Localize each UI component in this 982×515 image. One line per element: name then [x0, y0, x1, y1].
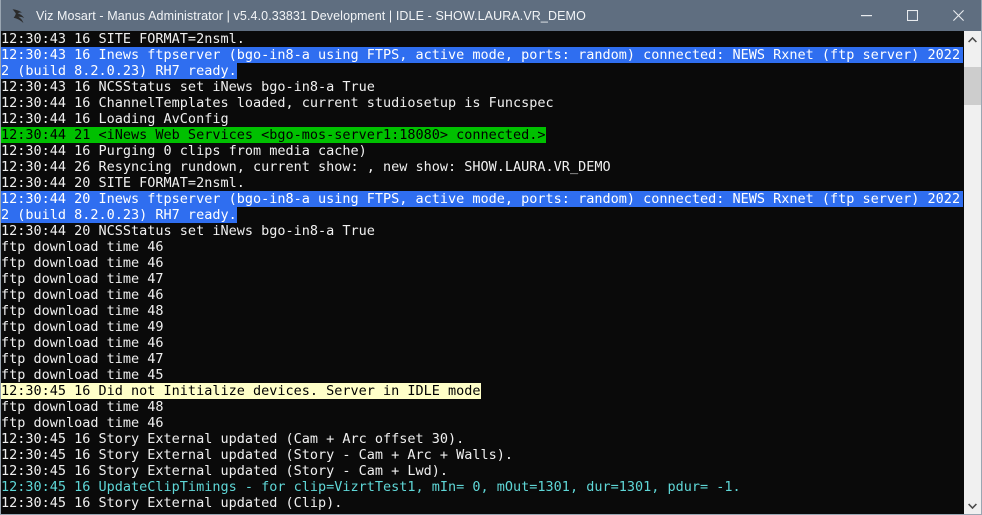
log-line: ftp download time 46 [1, 255, 963, 271]
maximize-button[interactable] [889, 0, 935, 31]
log-line: 12:30:44 20 Inews ftpserver (bgo-in8-a u… [1, 191, 963, 207]
log-line: 2 (build 8.2.0.23) RH7 ready. [1, 207, 963, 223]
log-line: ftp download time 45 [1, 367, 963, 383]
log-line: 12:30:45 16 Story External updated (Cam … [1, 431, 963, 447]
log-line-highlight: 12:30:45 16 Did not Initialize devices. … [1, 383, 481, 399]
scroll-down-button[interactable] [964, 497, 981, 514]
scrollbar-track[interactable] [964, 48, 981, 497]
log-line: 12:30:44 16 ChannelTemplates loaded, cur… [1, 95, 963, 111]
window-controls [843, 0, 981, 31]
log-line-highlight: 12:30:43 16 Inews ftpserver (bgo-in8-a u… [1, 47, 963, 63]
log-line: 12:30:44 16 Purging 0 clips from media c… [1, 143, 963, 159]
scrollbar-thumb[interactable] [964, 67, 981, 105]
maximize-icon [907, 10, 918, 21]
title-bar[interactable]: Viz Mosart - Manus Administrator | v5.4.… [1, 0, 981, 31]
application-window: Viz Mosart - Manus Administrator | v5.4.… [0, 0, 982, 515]
log-line: 12:30:43 16 Inews ftpserver (bgo-in8-a u… [1, 47, 963, 63]
log-line-highlight: 2 (build 8.2.0.23) RH7 ready. [1, 63, 237, 79]
minimize-button[interactable] [843, 0, 889, 31]
chevron-up-icon [968, 37, 977, 43]
log-line: 12:30:45 16 Story External updated (Clip… [1, 495, 963, 511]
log-line: 12:30:44 26 Resyncing rundown, current s… [1, 159, 963, 175]
log-output[interactable]: 12:30:43 16 SITE FORMAT=2nsml.12:30:43 1… [1, 31, 963, 514]
log-line-highlight: 12:30:44 20 Inews ftpserver (bgo-in8-a u… [1, 191, 963, 207]
log-line: ftp download time 47 [1, 351, 963, 367]
log-line: ftp download time 48 [1, 399, 963, 415]
log-line: 12:30:45 16 Did not Initialize devices. … [1, 383, 963, 399]
log-line: 12:30:45 16 Story External updated (Stor… [1, 447, 963, 463]
log-line: ftp download time 46 [1, 287, 963, 303]
log-line: 12:30:44 21 <iNews Web Services <bgo-mos… [1, 127, 963, 143]
log-line: 12:30:44 20 NCSStatus set iNews bgo-in8-… [1, 223, 963, 239]
vertical-scrollbar[interactable] [963, 31, 981, 514]
log-line: ftp download time 49 [1, 319, 963, 335]
log-line-highlight: 12:30:44 21 <iNews Web Services <bgo-mos… [1, 127, 546, 143]
log-line: 12:30:45 16 UpdateClipTimings - for clip… [1, 479, 963, 495]
log-line: 2 (build 8.2.0.23) RH7 ready. [1, 63, 963, 79]
log-line: ftp download time 46 [1, 335, 963, 351]
log-line: ftp download time 47 [1, 271, 963, 287]
log-line: 12:30:44 16 Loading AvConfig [1, 111, 963, 127]
vizrt-logo-icon [11, 8, 27, 24]
log-line: ftp download time 46 [1, 239, 963, 255]
close-icon [953, 10, 964, 21]
chevron-down-icon [968, 503, 977, 509]
log-line-highlight: 2 (build 8.2.0.23) RH7 ready. [1, 207, 237, 223]
log-line: 12:30:43 16 SITE FORMAT=2nsml. [1, 31, 963, 47]
close-button[interactable] [935, 0, 981, 31]
log-line: ftp download time 46 [1, 415, 963, 431]
log-line: 12:30:45 16 Story External updated (Stor… [1, 463, 963, 479]
console-area: 12:30:43 16 SITE FORMAT=2nsml.12:30:43 1… [1, 31, 981, 514]
scroll-up-button[interactable] [964, 31, 981, 48]
log-line: 12:30:44 20 SITE FORMAT=2nsml. [1, 175, 963, 191]
log-line: ftp download time 48 [1, 303, 963, 319]
log-line: 12:30:43 16 NCSStatus set iNews bgo-in8-… [1, 79, 963, 95]
window-title: Viz Mosart - Manus Administrator | v5.4.… [36, 9, 843, 23]
minimize-icon [861, 10, 872, 21]
